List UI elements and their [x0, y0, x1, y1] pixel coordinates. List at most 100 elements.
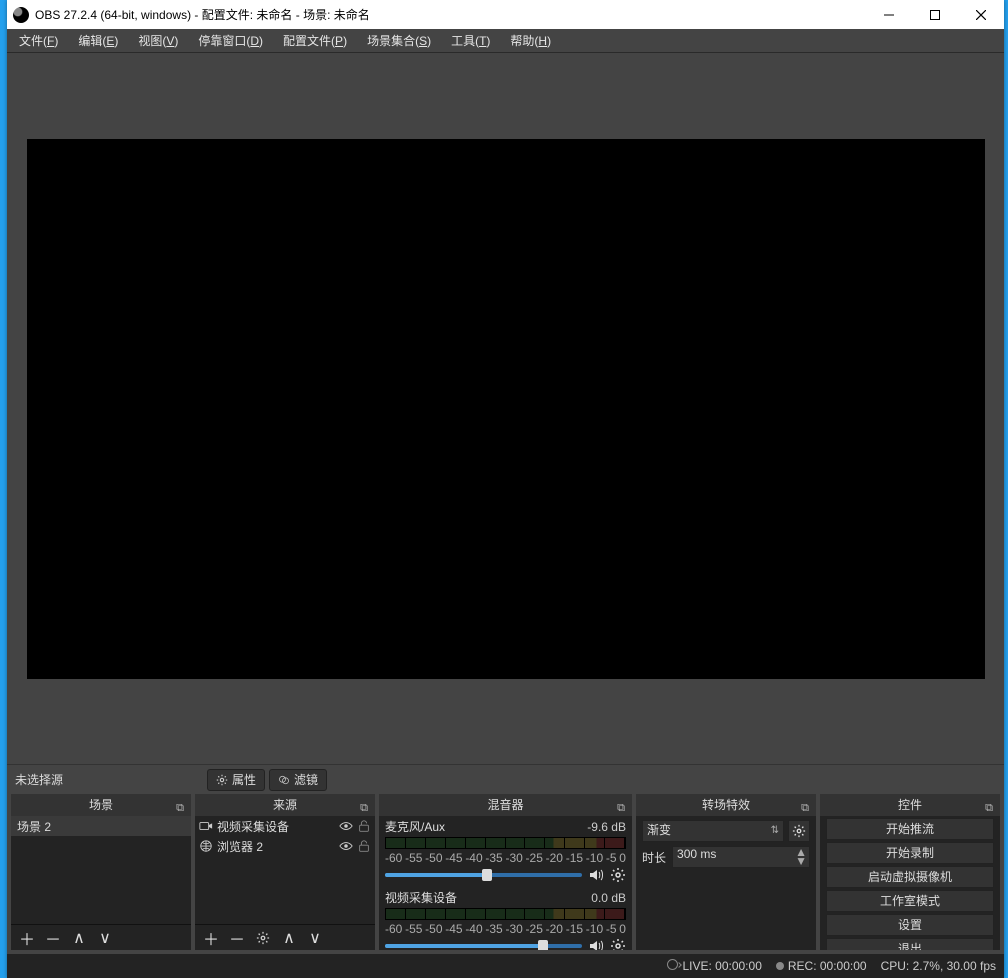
volume-slider[interactable]	[385, 873, 582, 877]
spin-down-icon[interactable]: ▼	[795, 857, 807, 866]
gear-icon[interactable]	[610, 938, 626, 950]
control-button[interactable]: 开始录制	[826, 842, 994, 864]
scenes-header[interactable]: 场景 ⧉	[11, 794, 191, 816]
sources-list[interactable]: 视频采集设备 浏览器 2	[195, 816, 375, 924]
properties-button[interactable]: 属性	[207, 769, 265, 791]
speaker-icon[interactable]	[588, 938, 604, 950]
speaker-icon[interactable]	[588, 867, 604, 883]
broadcast-icon	[667, 959, 678, 970]
menu-file[interactable]: 文件(F)	[11, 30, 66, 51]
popout-icon[interactable]: ⧉	[173, 797, 187, 811]
popout-icon[interactable]: ⧉	[798, 797, 812, 811]
meter-scale: -60-55-50-45-40-35-30-25-20-15-10-50	[385, 922, 626, 936]
context-bar: 未选择源 属性 滤镜	[7, 764, 1004, 794]
mixer-title: 混音器	[487, 798, 523, 812]
close-button[interactable]	[958, 0, 1004, 29]
source-label: 视频采集设备	[217, 818, 289, 835]
controls-header[interactable]: 控件 ⧉	[820, 794, 1000, 816]
control-button[interactable]: 设置	[826, 914, 994, 936]
source-down-button[interactable]: ∨	[303, 927, 327, 949]
mixer-channel: 麦克风/Aux -9.6 dB -60-55-50-45-40-35-30-25-2…	[379, 816, 632, 887]
menu-dock[interactable]: 停靠窗口(D)	[190, 30, 271, 51]
popout-icon[interactable]: ⧉	[357, 797, 371, 811]
menu-view[interactable]: 视图(V)	[130, 30, 186, 51]
gear-icon	[256, 931, 270, 945]
meter-scale: -60-55-50-45-40-35-30-25-20-15-10-50	[385, 851, 626, 865]
scene-item[interactable]: 场景 2	[11, 816, 191, 836]
popout-icon[interactable]: ⧉	[982, 797, 996, 811]
preview-canvas[interactable]	[27, 139, 985, 679]
mixer-body: 麦克风/Aux -9.6 dB -60-55-50-45-40-35-30-25-2…	[379, 816, 632, 950]
transitions-header[interactable]: 转场特效 ⧉	[636, 794, 816, 816]
camera-icon	[199, 819, 213, 833]
no-source-label: 未选择源	[15, 771, 63, 788]
chevron-updown-icon: ⇅	[771, 825, 779, 836]
gear-icon	[792, 824, 806, 838]
source-props-button[interactable]	[251, 927, 275, 949]
scene-remove-button[interactable]: －	[41, 927, 65, 949]
maximize-button[interactable]	[912, 0, 958, 29]
transitions-panel: 转场特效 ⧉ 渐变 ⇅ 时长 300 ms ▲▼	[636, 794, 816, 950]
preview-area	[7, 53, 1004, 764]
duration-value: 300 ms	[677, 847, 716, 861]
menu-profile[interactable]: 配置文件(P)	[275, 30, 355, 51]
channel-db: 0.0 dB	[591, 891, 626, 905]
channel-name: 麦克风/Aux	[385, 818, 445, 835]
popout-icon[interactable]: ⧉	[614, 797, 628, 811]
minimize-button[interactable]	[866, 0, 912, 29]
scene-down-button[interactable]: ∨	[93, 927, 117, 949]
source-up-button[interactable]: ∧	[277, 927, 301, 949]
statusbar: LIVE: 00:00:00 REC: 00:00:00 CPU: 2.7%, …	[7, 954, 1004, 978]
window-title: OBS 27.2.4 (64-bit, windows) - 配置文件: 未命名…	[35, 6, 866, 23]
scenes-list[interactable]: 场景 2	[11, 816, 191, 924]
control-button[interactable]: 退出	[826, 938, 994, 950]
menu-edit[interactable]: 编辑(E)	[70, 30, 126, 51]
menu-scenecollection[interactable]: 场景集合(S)	[359, 30, 439, 51]
audio-meter	[385, 908, 626, 920]
transitions-title: 转场特效	[702, 798, 750, 812]
duration-spinbox[interactable]: 300 ms ▲▼	[672, 846, 810, 868]
scene-up-button[interactable]: ∧	[67, 927, 91, 949]
titlebar[interactable]: OBS 27.2.4 (64-bit, windows) - 配置文件: 未命名…	[7, 0, 1004, 29]
mixer-header[interactable]: 混音器 ⧉	[379, 794, 632, 816]
lock-open-icon[interactable]	[357, 839, 371, 853]
menubar: 文件(F) 编辑(E) 视图(V) 停靠窗口(D) 配置文件(P) 场景集合(S…	[7, 29, 1004, 53]
control-button[interactable]: 工作室模式	[826, 890, 994, 912]
controls-title: 控件	[898, 798, 922, 812]
source-item[interactable]: 浏览器 2	[195, 836, 375, 856]
lock-open-icon[interactable]	[357, 819, 371, 833]
controls-body: 开始推流开始录制启动虚拟摄像机工作室模式设置退出	[820, 816, 1000, 950]
app-window: OBS 27.2.4 (64-bit, windows) - 配置文件: 未命名…	[7, 0, 1004, 978]
eye-icon[interactable]	[339, 819, 353, 833]
gear-icon[interactable]	[610, 867, 626, 883]
transition-settings-button[interactable]	[788, 820, 810, 842]
record-dot-icon	[776, 962, 784, 970]
channel-db: -9.6 dB	[587, 820, 626, 834]
scenes-toolbar: ＋ － ∧ ∨	[11, 924, 191, 950]
source-add-button[interactable]: ＋	[199, 927, 223, 949]
filters-label: 滤镜	[294, 771, 318, 788]
transition-select[interactable]: 渐变 ⇅	[642, 820, 784, 842]
menu-tools[interactable]: 工具(T)	[443, 30, 498, 51]
globe-icon	[199, 839, 213, 853]
control-button[interactable]: 开始推流	[826, 818, 994, 840]
transitions-body: 渐变 ⇅ 时长 300 ms ▲▼	[636, 816, 816, 950]
channel-name: 视频采集设备	[385, 889, 457, 906]
source-remove-button[interactable]: －	[225, 927, 249, 949]
menu-help[interactable]: 帮助(H)	[502, 30, 559, 51]
source-item[interactable]: 视频采集设备	[195, 816, 375, 836]
scene-add-button[interactable]: ＋	[15, 927, 39, 949]
sources-header[interactable]: 来源 ⧉	[195, 794, 375, 816]
mixer-channel: 视频采集设备 0.0 dB -60-55-50-45-40-35-30-25-20-…	[379, 887, 632, 950]
volume-slider[interactable]	[385, 944, 582, 948]
scene-label: 场景 2	[17, 818, 51, 835]
obs-logo-icon	[13, 7, 29, 23]
sources-toolbar: ＋ － ∧ ∨	[195, 924, 375, 950]
control-button[interactable]: 启动虚拟摄像机	[826, 866, 994, 888]
sources-title: 来源	[273, 798, 297, 812]
filters-button[interactable]: 滤镜	[269, 769, 327, 791]
eye-icon[interactable]	[339, 839, 353, 853]
gear-icon	[216, 774, 228, 786]
cpu-fps: CPU: 2.7%, 30.00 fps	[881, 959, 996, 973]
rec-time: REC: 00:00:00	[788, 959, 867, 973]
